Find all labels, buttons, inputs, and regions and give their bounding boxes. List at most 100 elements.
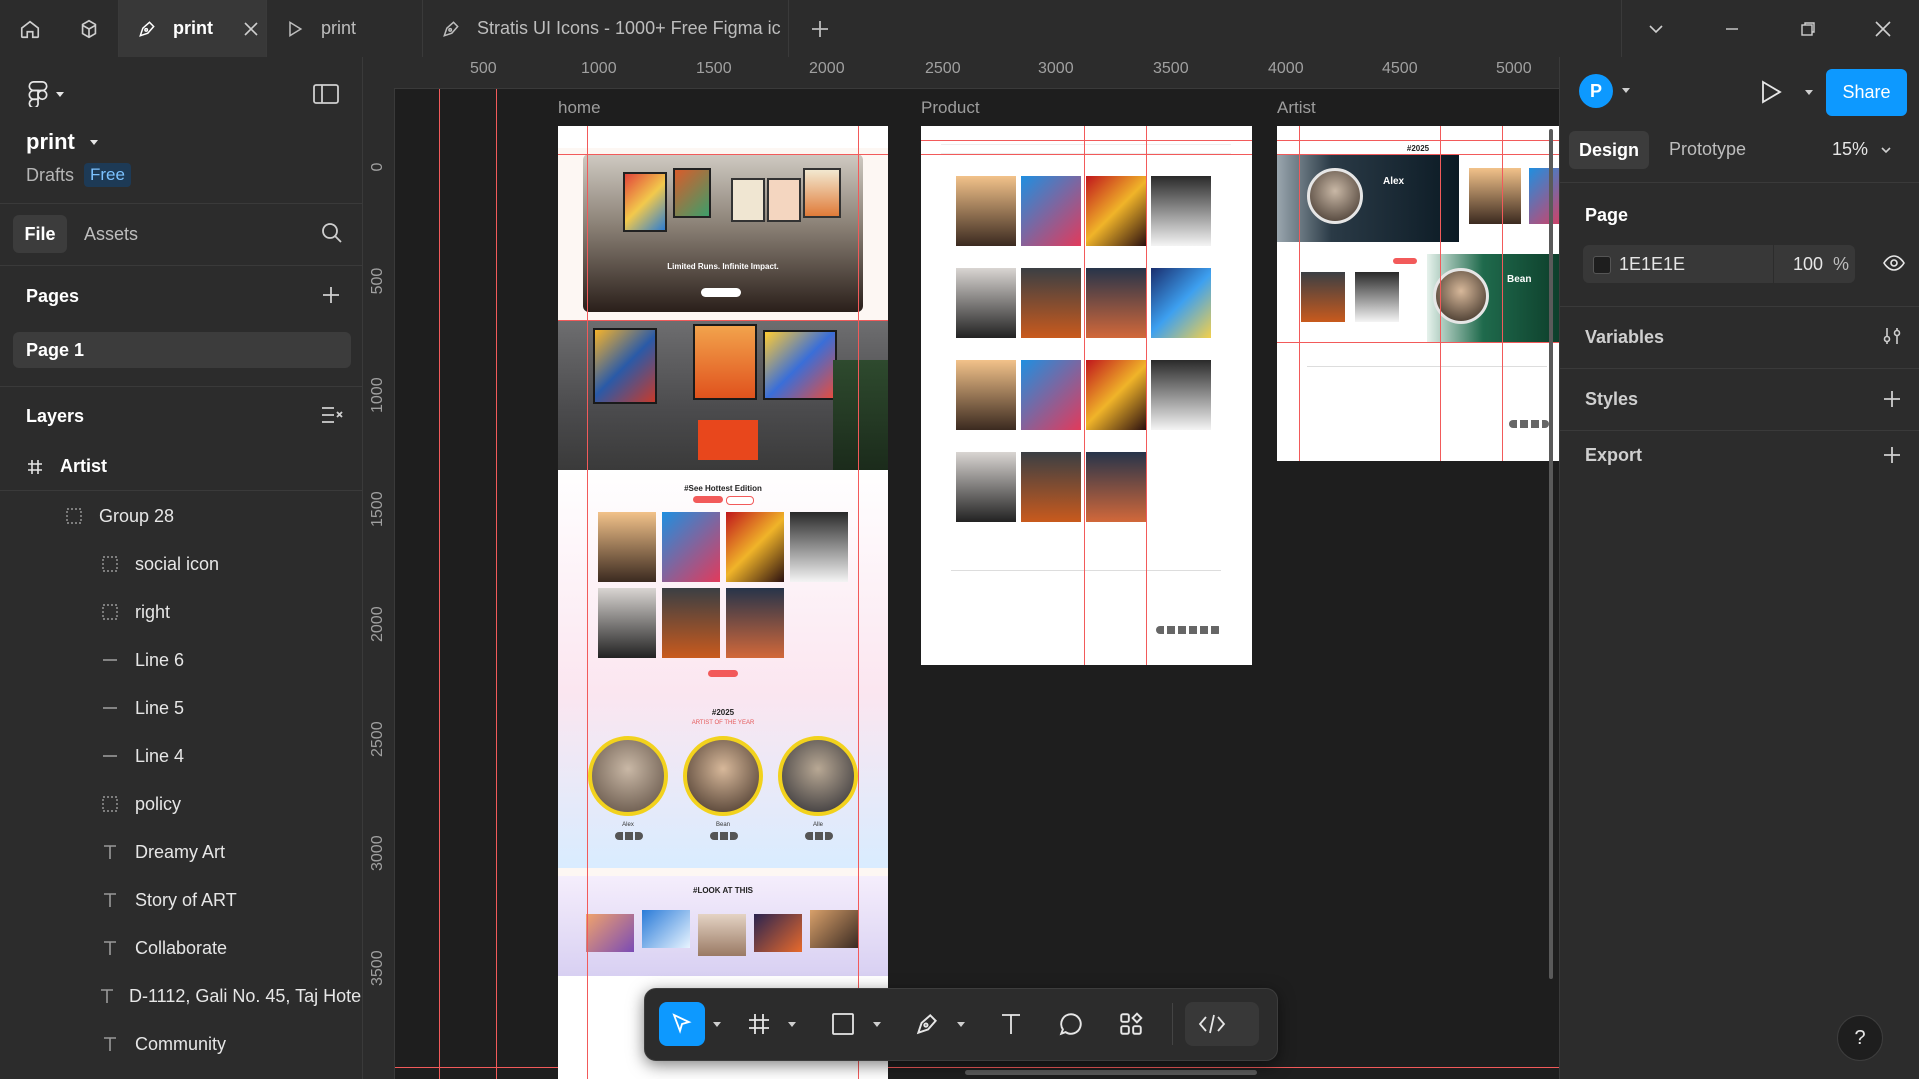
layer-item-community[interactable]: Community (0, 1020, 362, 1068)
background-color-field[interactable]: 1E1E1E 100 % (1583, 245, 1855, 283)
help-button[interactable]: ? (1837, 1015, 1883, 1061)
layer-item-group-28[interactable]: Group 28 (0, 492, 362, 540)
layer-item-dreamy-art[interactable]: Dreamy Art (0, 828, 362, 876)
file-name-button[interactable]: print (26, 129, 99, 155)
present-button[interactable] (1760, 80, 1782, 104)
chevron-down-icon (872, 1019, 882, 1029)
social-icons (615, 832, 643, 840)
year-title: #2025 (711, 708, 735, 717)
avatar[interactable]: P (1579, 74, 1613, 108)
comment-tool-button[interactable] (1049, 1002, 1093, 1046)
toggle-sidebar-button[interactable] (313, 84, 339, 104)
artist-avatar (778, 736, 858, 816)
social-icons (1156, 626, 1222, 634)
frame-artist[interactable]: #2025 Alex Bean (1277, 126, 1559, 461)
layer-item-line-4[interactable]: Line 4 (0, 732, 362, 780)
tab-stratis-icons[interactable]: Stratis UI Icons - 1000+ Free Figma ic (423, 0, 789, 57)
dev-mode-toggle[interactable] (1185, 1002, 1259, 1046)
color-hex[interactable]: 1E1E1E (1619, 254, 1685, 275)
collapse-layers-button[interactable] (321, 405, 343, 425)
export-section[interactable]: Export (1560, 431, 1919, 492)
tab-file[interactable]: File (13, 215, 67, 253)
line-icon (99, 748, 121, 764)
product-card (1151, 360, 1211, 430)
tab-design[interactable]: Design (1569, 131, 1649, 169)
layer-item-collaborate[interactable]: Collaborate (0, 924, 362, 972)
add-style-button[interactable] (1882, 389, 1902, 409)
artist-banner: Alex (1277, 154, 1459, 242)
figma-logo-icon (28, 81, 48, 107)
social-icons (710, 832, 738, 840)
shape-tool-menu[interactable] (869, 1002, 885, 1046)
layer-item-social-icon[interactable]: social icon (0, 540, 362, 588)
rectangle-tool-button[interactable] (821, 1002, 865, 1046)
variables-icon[interactable] (1882, 326, 1902, 346)
ruler-label: 4500 (1382, 60, 1418, 77)
layer-item-line-5[interactable]: Line 5 (0, 684, 362, 732)
frame-label-artist[interactable]: Artist (1277, 98, 1316, 118)
add-page-button[interactable] (321, 285, 341, 305)
layout-guide (558, 320, 888, 321)
search-button[interactable] (321, 222, 343, 244)
layer-item-line-6[interactable]: Line 6 (0, 636, 362, 684)
frame-product[interactable] (921, 126, 1252, 665)
layout-guide (1299, 126, 1300, 461)
visibility-toggle[interactable] (1883, 255, 1905, 271)
layer-item-policy[interactable]: policy (0, 780, 362, 828)
tab-prototype[interactable]: Prototype (1669, 139, 1746, 160)
share-button[interactable]: Share (1826, 69, 1907, 116)
window-close-button[interactable] (1851, 0, 1915, 57)
move-tool-menu[interactable] (709, 1002, 725, 1046)
frame-label-home[interactable]: home (558, 98, 601, 118)
home-button[interactable] (0, 0, 60, 57)
community-button[interactable] (60, 0, 119, 57)
chevron-down-icon[interactable] (1621, 85, 1631, 95)
frame-home[interactable]: Limited Runs. Infinite Impact. #See Hott… (558, 126, 888, 1079)
design-canvas[interactable]: home Limited Runs. Infinite Impact. #See… (395, 89, 1559, 1079)
pen-tool-button[interactable] (905, 1002, 949, 1046)
filter-bar (941, 144, 1231, 154)
text-icon (99, 1036, 121, 1052)
poster-image (593, 328, 657, 404)
main-menu-button[interactable] (28, 81, 65, 107)
layer-item-story-of-art[interactable]: Story of ART (0, 876, 362, 924)
layers-title: Layers (26, 406, 85, 426)
frame-tool-button[interactable] (737, 1002, 781, 1046)
room-image (558, 320, 888, 470)
layer-item-address[interactable]: D-1112, Gali No. 45, Taj Hotel (0, 972, 362, 1020)
page-item-1[interactable]: Page 1 (13, 332, 351, 368)
product-card (1021, 176, 1081, 246)
color-swatch[interactable] (1593, 256, 1611, 274)
text-tool-button[interactable] (989, 1002, 1033, 1046)
ruler-label: 500 (470, 60, 497, 77)
minimize-button[interactable] (1700, 0, 1764, 57)
pen-tool-menu[interactable] (953, 1002, 969, 1046)
layer-item-artist[interactable]: Artist (0, 443, 362, 491)
layer-item-right[interactable]: right (0, 588, 362, 636)
tab-print-prototype[interactable]: print (267, 0, 423, 57)
frame-tool-menu[interactable] (784, 1002, 800, 1046)
restore-button[interactable] (1776, 0, 1840, 57)
tabs-dropdown-button[interactable] (1621, 0, 1690, 57)
tab-assets[interactable]: Assets (84, 224, 138, 245)
frame-label-product[interactable]: Product (921, 98, 980, 118)
close-icon[interactable] (243, 21, 259, 37)
opacity-value[interactable]: 100 (1793, 254, 1823, 275)
variables-section[interactable]: Variables (1560, 307, 1919, 369)
poster-image (693, 324, 757, 400)
horizontal-ruler: 500 1000 1500 2000 2500 3000 3500 4000 4… (363, 57, 1559, 89)
new-tab-button[interactable] (790, 0, 850, 57)
styles-section[interactable]: Styles (1560, 369, 1919, 431)
hottest-title: #See Hottest Edition (684, 484, 762, 493)
move-tool-button[interactable] (659, 1002, 705, 1046)
product-card (1086, 176, 1146, 246)
chevron-down-icon[interactable] (1804, 87, 1814, 97)
artist-name: Bean (1507, 274, 1532, 285)
zoom-dropdown[interactable]: 15% (1832, 139, 1892, 160)
vertical-scrollbar[interactable] (1549, 129, 1553, 979)
tab-print-design[interactable]: print (119, 0, 267, 57)
layer-label: Group 28 (99, 505, 175, 526)
add-export-button[interactable] (1882, 445, 1902, 465)
assets-tool-button[interactable] (1109, 1002, 1153, 1046)
horizontal-scrollbar[interactable] (965, 1070, 1257, 1075)
